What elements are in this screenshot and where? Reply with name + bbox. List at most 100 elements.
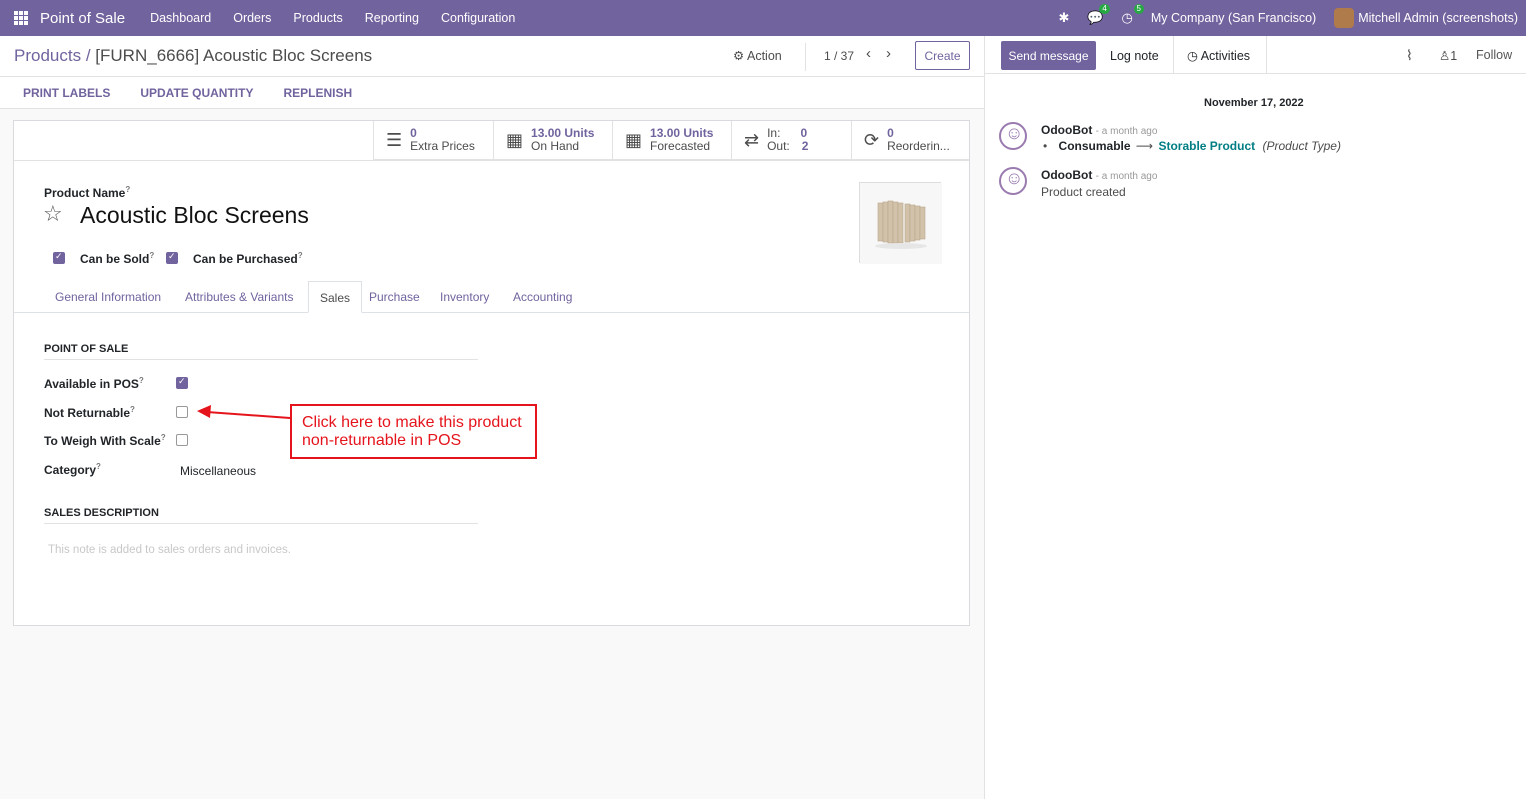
action-menu[interactable]: ⚙ Action	[733, 48, 782, 63]
tracking-new-value: Storable Product	[1158, 139, 1256, 153]
exchange-icon: ⇄	[744, 129, 760, 150]
breadcrumb-current: [FURN_6666] Acoustic Bloc Screens	[95, 46, 373, 65]
update-quantity-button[interactable]: UPDATE QUANTITY	[131, 86, 253, 100]
pager-previous-icon[interactable]: ‹	[866, 45, 871, 62]
app-name[interactable]: Point of Sale	[40, 10, 125, 27]
tracking-field-name: (Product Type)	[1262, 139, 1341, 153]
out-label: Out:	[767, 139, 790, 153]
callout-arrow	[197, 405, 291, 419]
not-returnable-label: Not Returnable?	[44, 405, 135, 420]
form-sheet: ☰ 0 Extra Prices ▦ 13.00 Units On Hand ▦ 1…	[13, 120, 970, 626]
activities-button[interactable]: ◷ Activities	[1187, 48, 1250, 63]
sales-description-title: SALES DESCRIPTION	[44, 507, 478, 524]
product-image[interactable]	[859, 182, 942, 264]
can-be-purchased-checkbox[interactable]	[166, 251, 178, 264]
arrow-right-icon: ⟶	[1135, 139, 1154, 153]
chatter-divider	[1266, 36, 1267, 73]
person-icon: ♙	[1439, 49, 1451, 63]
not-returnable-checkbox[interactable]	[176, 406, 188, 418]
smart-buttons-divider	[14, 160, 969, 161]
extra-prices-smart-button[interactable]: ☰ 0 Extra Prices	[373, 121, 493, 160]
reordering-smart-button[interactable]: ⟳ 0 Reorderin...	[851, 121, 969, 160]
in-label: In:	[767, 126, 781, 140]
tab-purchase[interactable]: Purchase	[369, 281, 420, 313]
attachment-paperclip-icon[interactable]: ⌇	[1406, 47, 1413, 64]
breadcrumb-products-link[interactable]: Products	[14, 46, 81, 65]
chatter-divider	[1173, 36, 1174, 73]
cubes-icon: ▦	[625, 129, 643, 150]
forecasted-smart-button[interactable]: ▦ 13.00 Units Forecasted	[612, 121, 731, 160]
user-menu[interactable]: Mitchell Admin (screenshots)	[1358, 11, 1518, 25]
menu-configuration[interactable]: Configuration	[441, 11, 515, 25]
tab-attributes-variants[interactable]: Attributes & Variants	[185, 281, 294, 313]
to-weigh-label: To Weigh With Scale?	[44, 433, 166, 448]
company-switcher[interactable]: My Company (San Francisco)	[1151, 11, 1316, 25]
activities-clock-icon[interactable]: ◷ 5	[1122, 4, 1144, 26]
chatter-panel: Send message Log note ◷ Activities ⌇ ♙1 …	[984, 36, 1526, 799]
send-message-button[interactable]: Send message	[1001, 41, 1096, 70]
can-be-sold-checkbox[interactable]	[53, 251, 65, 264]
tab-inventory[interactable]: Inventory	[440, 281, 489, 313]
to-weigh-checkbox[interactable]	[176, 434, 188, 446]
log-note-button[interactable]: Log note	[1110, 49, 1159, 63]
available-in-pos-label: Available in POS?	[44, 376, 144, 391]
out-value: 2	[801, 139, 809, 153]
pager-next-icon[interactable]: ›	[886, 45, 891, 62]
tracking-value-line: • Consumable ⟶ Storable Product (Product…	[1043, 139, 1341, 153]
extra-prices-label: Extra Prices	[410, 139, 475, 153]
cubes-icon: ▦	[506, 129, 524, 150]
product-name-field[interactable]: Acoustic Bloc Screens	[80, 202, 309, 229]
debug-bug-icon[interactable]: ✱	[1058, 10, 1069, 26]
message-time: - a month ago	[1095, 126, 1158, 137]
messages-icon[interactable]: 💬 4	[1087, 4, 1110, 26]
user-avatar[interactable]	[1334, 8, 1355, 28]
menu-orders[interactable]: Orders	[233, 11, 271, 25]
messages-badge: 4	[1099, 4, 1110, 14]
breadcrumb: Products / [FURN_6666] Acoustic Bloc Scr…	[14, 46, 372, 66]
tab-sales[interactable]: Sales	[308, 281, 363, 313]
in-out-smart-button[interactable]: ⇄ In: 0 Out: 2	[731, 121, 851, 160]
message-time: - a month ago	[1095, 171, 1158, 182]
sales-description-field[interactable]: This note is added to sales orders and i…	[48, 544, 291, 556]
odoobot-avatar	[999, 122, 1027, 150]
activities-badge: 5	[1133, 4, 1144, 14]
callout-line-1: Click here to make this product	[302, 414, 522, 431]
followers-count: 1	[1450, 49, 1458, 63]
available-in-pos-checkbox[interactable]	[176, 376, 188, 389]
message-date-separator: November 17, 2022	[1204, 97, 1304, 109]
refresh-icon: ⟳	[864, 129, 880, 150]
pos-section-title: POINT OF SALE	[44, 343, 478, 360]
replenish-button[interactable]: REPLENISH	[274, 86, 352, 100]
chatter-header-divider	[985, 73, 1526, 74]
category-label: Category?	[44, 462, 101, 477]
forecasted-label: Forecasted	[650, 139, 711, 153]
acoustic-screen-image	[860, 183, 942, 264]
activities-label: Activities	[1200, 49, 1251, 63]
reordering-label: Reorderin...	[887, 139, 950, 153]
status-bar: PRINT LABELS UPDATE QUANTITY REPLENISH	[0, 76, 984, 109]
menu-dashboard[interactable]: Dashboard	[150, 11, 211, 25]
on-hand-label: On Hand	[531, 139, 580, 153]
create-button[interactable]: Create	[915, 41, 970, 70]
favorite-star-icon[interactable]: ☆	[43, 201, 63, 227]
menu-products[interactable]: Products	[293, 11, 342, 25]
in-value: 0	[800, 126, 808, 140]
callout-line-2: non-returnable in POS	[302, 432, 462, 449]
action-label: Action	[747, 49, 782, 63]
tab-general-information[interactable]: General Information	[55, 281, 161, 313]
can-be-sold-label: Can be Sold?	[80, 251, 155, 266]
menu-reporting[interactable]: Reporting	[365, 11, 419, 25]
apps-menu-icon[interactable]	[14, 11, 28, 25]
category-field[interactable]: Miscellaneous	[180, 464, 256, 478]
tab-accounting[interactable]: Accounting	[513, 281, 572, 313]
list-icon: ☰	[386, 129, 403, 150]
message-body: Product created	[1041, 185, 1126, 199]
follow-button[interactable]: Follow	[1476, 48, 1512, 62]
can-be-purchased-label: Can be Purchased?	[193, 251, 303, 266]
on-hand-smart-button[interactable]: ▦ 13.00 Units On Hand	[493, 121, 612, 160]
pager-value[interactable]: 1 / 37	[824, 49, 854, 63]
message-author: OdooBot - a month ago	[1041, 168, 1158, 182]
message-author: OdooBot - a month ago	[1041, 123, 1158, 137]
followers-button[interactable]: ♙1	[1439, 48, 1457, 63]
print-labels-button[interactable]: PRINT LABELS	[14, 86, 110, 100]
